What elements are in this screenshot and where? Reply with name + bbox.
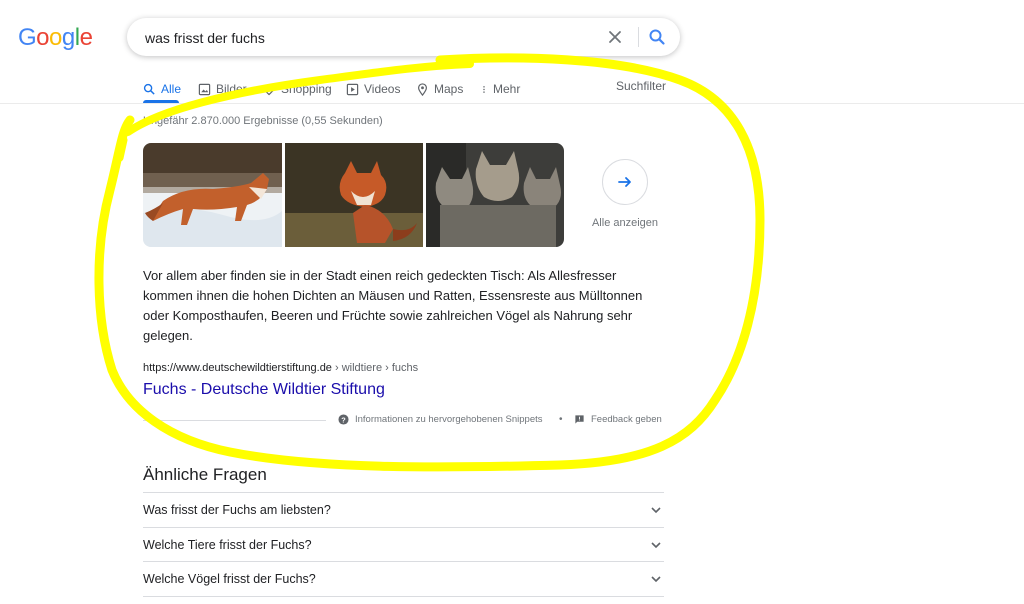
svg-text:Google: Google xyxy=(18,24,93,51)
chevron-down-icon xyxy=(651,542,661,549)
fox-cubs-image xyxy=(426,143,564,247)
show-all-images-link[interactable]: Alle anzeigen xyxy=(584,217,666,229)
tab-label: Shopping xyxy=(281,82,332,96)
tab-maps[interactable]: Maps xyxy=(416,79,463,99)
fox-in-snow-image xyxy=(143,143,282,247)
result-site: https://www.deutschewildtierstiftung.de xyxy=(143,362,332,374)
tag-icon xyxy=(263,83,275,95)
snippet-info-link[interactable]: ? Informationen zu hervorgehobenen Snipp… xyxy=(338,414,543,425)
tab-label: Maps xyxy=(434,82,464,96)
search-divider xyxy=(638,27,639,47)
related-question-item[interactable]: Welche Vögel frisst der Fuchs? xyxy=(143,561,664,597)
tab-images[interactable]: Bilder xyxy=(198,79,247,99)
result-breadcrumb[interactable]: https://www.deutschewildtierstiftung.de … xyxy=(143,362,418,374)
search-icon xyxy=(143,83,155,95)
featured-snippet-text: Vor allem aber finden sie in der Stadt e… xyxy=(143,268,643,343)
feedback-icon xyxy=(575,415,584,424)
image-icon xyxy=(198,83,211,95)
result-stats: Ungefähr 2.870.000 Ergebnisse (0,55 Seku… xyxy=(143,115,383,127)
related-question-item[interactable]: Welche Tiere frisst der Fuchs? xyxy=(143,527,664,562)
related-question-item[interactable]: Was frisst der Fuchs am liebsten? xyxy=(143,492,664,527)
feedback-label: Feedback geben xyxy=(591,414,662,425)
chevron-down-icon xyxy=(651,507,661,514)
fox-image-2[interactable] xyxy=(285,143,423,247)
result-title-link[interactable]: Fuchs - Deutsche Wildtier Stiftung xyxy=(143,381,385,399)
fox-image-3[interactable] xyxy=(426,143,564,247)
tab-label: Bilder xyxy=(216,82,247,96)
chevron-down-icon xyxy=(651,576,661,583)
tab-label: Videos xyxy=(364,82,401,96)
tab-label: Mehr xyxy=(493,82,521,96)
footer-separator: • xyxy=(559,414,563,425)
close-icon xyxy=(609,31,621,43)
related-question-text: Was frisst der Fuchs am liebsten? xyxy=(143,503,331,517)
google-logo[interactable]: Google xyxy=(18,22,94,52)
map-pin-icon xyxy=(417,82,428,96)
search-button[interactable] xyxy=(647,27,667,47)
tab-videos[interactable]: Videos xyxy=(346,79,400,99)
tab-more[interactable]: Mehr xyxy=(480,79,520,99)
more-vert-icon xyxy=(483,85,485,93)
arrow-right-icon xyxy=(618,177,631,187)
related-question-text: Welche Tiere frisst der Fuchs? xyxy=(143,538,312,552)
feedback-link[interactable]: Feedback geben xyxy=(574,414,662,425)
header-divider xyxy=(0,103,1024,104)
fox-image-1[interactable] xyxy=(143,143,282,247)
result-path: › wildtiere › fuchs xyxy=(331,362,419,374)
search-input[interactable] xyxy=(143,18,587,58)
show-more-images-button[interactable] xyxy=(602,159,648,205)
related-question-text: Welche Vögel frisst der Fuchs? xyxy=(143,572,316,586)
tab-all[interactable]: Alle xyxy=(143,79,181,99)
help-icon: ? xyxy=(338,414,349,425)
snippet-divider xyxy=(143,420,326,421)
search-icon xyxy=(649,29,665,45)
search-box xyxy=(127,18,680,58)
svg-text:?: ? xyxy=(341,415,346,424)
search-filter-button[interactable]: Suchfilter xyxy=(616,79,666,99)
play-icon xyxy=(346,83,359,95)
clear-search-button[interactable] xyxy=(605,27,625,47)
fox-in-grass-image xyxy=(285,143,423,247)
snippet-info-label: Informationen zu hervorgehobenen Snippet… xyxy=(355,414,543,425)
related-questions-title: Ähnliche Fragen xyxy=(143,465,267,484)
tab-label: Alle xyxy=(161,82,182,96)
tab-shopping[interactable]: Shopping xyxy=(263,79,332,99)
